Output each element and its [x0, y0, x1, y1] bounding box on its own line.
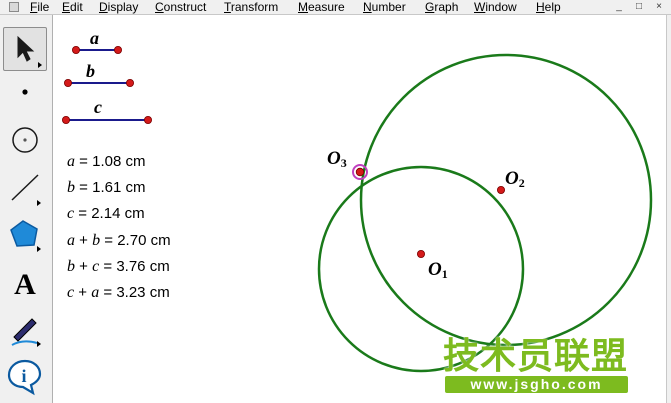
menu-display[interactable]: Display — [99, 0, 138, 14]
menu-measure[interactable]: Measure — [298, 0, 345, 14]
menu-display-rest: isplay — [107, 0, 139, 14]
measure-op: + — [79, 232, 88, 249]
menu-number[interactable]: Number — [363, 0, 406, 14]
measure-var: b — [67, 179, 75, 196]
menu-file[interactable]: File — [30, 0, 49, 14]
document-icon[interactable] — [9, 2, 19, 12]
minimize-button[interactable]: _ — [613, 1, 625, 12]
menu-bar: File Edit Display Construct Transform Me… — [0, 0, 671, 15]
menu-graph[interactable]: Graph — [425, 0, 458, 14]
point-o1[interactable] — [416, 249, 425, 258]
close-button[interactable]: × — [653, 1, 665, 12]
measure-var: c — [67, 284, 75, 301]
window-controls: _ □ × — [611, 0, 671, 14]
compass-circle-icon — [12, 127, 38, 153]
measurement-c[interactable]: c = 2.14 cm — [67, 205, 145, 223]
line-icon — [11, 174, 41, 206]
measure-value: 1.08 cm — [92, 153, 146, 170]
measure-var: c — [67, 205, 75, 222]
point-o1-label[interactable]: O1 — [428, 259, 448, 282]
segment-a-endpoint-right[interactable] — [114, 45, 123, 54]
measure-op: + — [78, 284, 88, 301]
menu-edit-rest: dit — [70, 0, 83, 14]
segment-c-endpoint-right[interactable] — [144, 116, 153, 125]
menu-edit[interactable]: Edit — [62, 0, 83, 14]
measure-op: + — [79, 258, 88, 275]
circle-centered-o2[interactable] — [359, 53, 653, 347]
point-o3-label[interactable]: O3 — [327, 148, 347, 171]
measurement-a-plus-b[interactable]: a + b = 2.70 cm — [67, 232, 171, 250]
measure-value: 3.23 cm — [116, 284, 170, 301]
point-o2-label[interactable]: O2 — [505, 168, 525, 191]
segment-b-endpoint-left[interactable] — [63, 79, 72, 88]
menu-transform[interactable]: Transform — [224, 0, 278, 14]
measure-value: 3.76 cm — [116, 258, 170, 275]
measure-value: 1.61 cm — [92, 179, 146, 196]
menu-graph-rest: raph — [434, 0, 459, 14]
measure-var: a — [67, 232, 75, 249]
menu-measure-rest: easure — [308, 0, 345, 14]
measurement-c-plus-a[interactable]: c + a = 3.23 cm — [67, 284, 170, 302]
pentagon-icon — [10, 220, 41, 252]
point-tool[interactable] — [3, 72, 47, 116]
measure-var: a — [67, 153, 75, 170]
tool-palette: A i — [0, 15, 53, 403]
measurement-a[interactable]: a = 1.08 cm — [67, 153, 145, 171]
pen-icon — [11, 318, 41, 347]
point-subscript: 3 — [340, 156, 347, 170]
compass-tool[interactable] — [3, 118, 47, 162]
menu-construct-rest: onstruct — [163, 0, 207, 14]
menu-transform-rest: ransform — [230, 0, 279, 14]
segment-c-label[interactable]: c — [94, 97, 102, 118]
measure-var: a — [91, 284, 100, 301]
point-letter: O — [327, 148, 341, 169]
measure-value: 2.14 cm — [91, 205, 145, 222]
point-icon — [22, 89, 28, 95]
menu-file-rest: ile — [37, 0, 50, 14]
information-tool[interactable]: i — [3, 355, 47, 399]
marker-tool[interactable] — [3, 307, 47, 351]
menu-number-rest: umber — [371, 0, 406, 14]
info-tool-glyph: i — [21, 366, 26, 386]
point-letter: O — [428, 259, 442, 280]
menu-window-rest: indow — [485, 0, 517, 14]
measure-var: b — [92, 232, 101, 249]
segment-a-label[interactable]: a — [90, 28, 99, 49]
point-o2[interactable] — [496, 185, 505, 194]
point-subscript: 2 — [518, 176, 525, 190]
segment-b-label[interactable]: b — [86, 61, 95, 82]
segment-b-endpoint-right[interactable] — [126, 79, 135, 88]
menu-construct[interactable]: Construct — [155, 0, 206, 14]
menu-window[interactable]: Window — [474, 0, 517, 14]
measure-var: b — [67, 258, 75, 275]
measurement-b[interactable]: b = 1.61 cm — [67, 179, 145, 197]
segment-a-endpoint-left[interactable] — [71, 45, 80, 54]
watermark-logo: 技术员联盟 www.jsgho.com — [443, 336, 633, 396]
segment-c-endpoint-left[interactable] — [61, 116, 70, 125]
letter-a-icon: A — [14, 268, 36, 301]
measurement-b-plus-c[interactable]: b + c = 3.76 cm — [67, 258, 170, 276]
restore-button[interactable]: □ — [633, 1, 645, 12]
polygon-tool[interactable] — [3, 212, 47, 256]
menu-help[interactable]: Help — [536, 0, 561, 14]
point-subscript: 1 — [441, 267, 448, 281]
point-letter: O — [505, 168, 519, 189]
watermark-text: 技术员联盟 — [443, 335, 629, 376]
measure-var: c — [92, 258, 100, 275]
point-o3[interactable] — [355, 167, 365, 177]
arrow-icon — [17, 35, 42, 68]
text-tool-glyph: A — [14, 268, 36, 301]
arrow-select-tool[interactable] — [3, 27, 47, 71]
info-icon: i — [7, 359, 42, 396]
straightedge-tool[interactable] — [3, 166, 47, 210]
menu-help-rest: elp — [544, 0, 561, 14]
measure-value: 2.70 cm — [117, 232, 171, 249]
watermark-url: www.jsgho.com — [445, 376, 628, 393]
text-tool[interactable]: A — [3, 262, 47, 306]
